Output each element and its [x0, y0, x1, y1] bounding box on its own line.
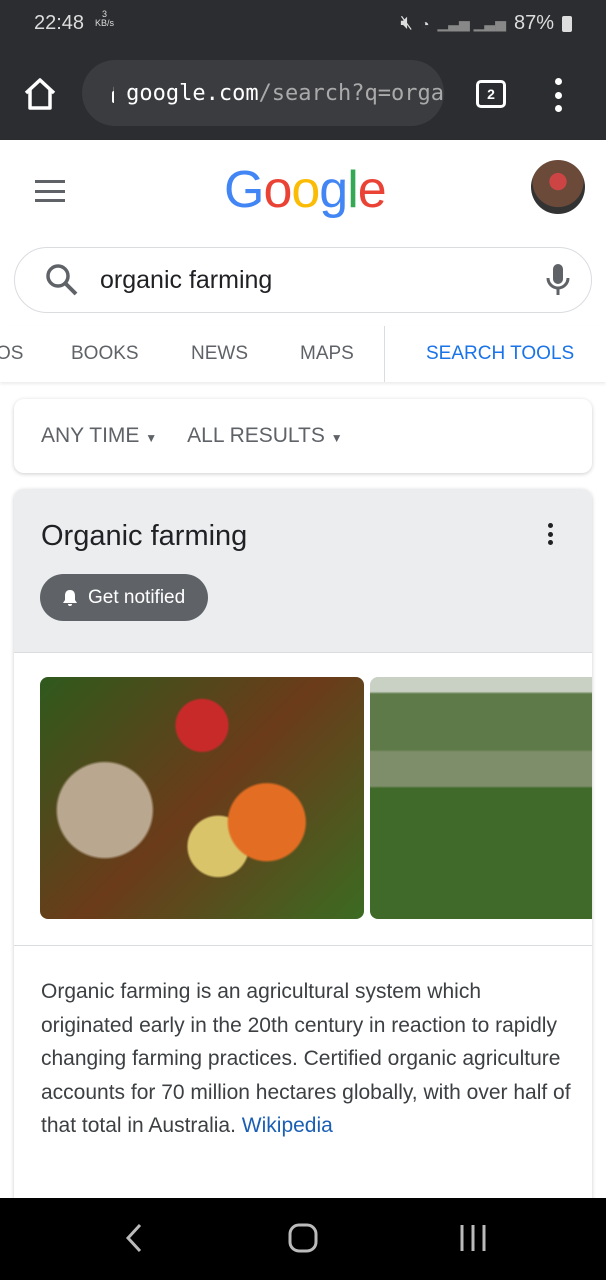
search-tools-button[interactable]: SEARCH TOOLS: [426, 343, 574, 365]
divider: [14, 945, 592, 946]
network-speed: 3 KB/s: [95, 9, 115, 28]
description: Organic farming is an agricultural syste…: [41, 980, 571, 1138]
search-input[interactable]: organic farming: [14, 247, 592, 313]
more-options-icon[interactable]: [548, 523, 554, 545]
tab-maps[interactable]: MAPS: [300, 343, 354, 365]
browser-menu-button[interactable]: [550, 78, 566, 112]
knowledge-panel: Organic farming Get notified Organic far…: [14, 489, 592, 1209]
vegetables-image[interactable]: [40, 677, 364, 919]
clock: 22:48: [34, 12, 85, 34]
google-logo[interactable]: Google: [224, 160, 387, 220]
battery-level: 87%: [513, 12, 554, 34]
microphone-icon[interactable]: [545, 262, 571, 298]
tab-news[interactable]: NEWS: [191, 343, 248, 365]
signal-icon: ▁▃▅ ▁▃▅: [437, 15, 506, 31]
search-query[interactable]: organic farming: [100, 266, 272, 295]
panel-title: Organic farming: [41, 520, 248, 552]
avatar[interactable]: [531, 160, 585, 214]
logo-letter: g: [319, 161, 348, 219]
time-filter-dropdown[interactable]: ANY TIME ▼: [41, 424, 157, 448]
recent-apps-icon[interactable]: [458, 1222, 488, 1254]
search-icon[interactable]: [45, 263, 79, 297]
tab-videos[interactable]: OS: [0, 343, 23, 365]
back-icon[interactable]: [122, 1222, 146, 1254]
home-button-icon[interactable]: [287, 1222, 319, 1254]
wifi-icon: ◔: [421, 15, 430, 32]
lock-icon: [112, 86, 115, 103]
caret-down-icon: ▼: [145, 431, 158, 445]
hamburger-menu-icon[interactable]: [35, 180, 65, 202]
panel-header: Organic farming Get notified: [14, 489, 592, 653]
browser-toolbar: google.com/search?q=orga 2: [0, 48, 606, 140]
farm-field-image[interactable]: [370, 677, 592, 919]
logo-letter: l: [347, 161, 359, 219]
logo-letter: e: [357, 161, 387, 219]
status-bar: 22:48 3 KB/s 🔇︎ ◔ ▁▃▅ ▁▃▅ 87%: [0, 0, 606, 48]
get-notified-button[interactable]: Get notified: [40, 574, 209, 621]
address-bar[interactable]: google.com/search?q=orga: [82, 60, 444, 126]
home-icon[interactable]: [22, 76, 58, 112]
results-filter-dropdown[interactable]: ALL RESULTS ▼: [187, 424, 342, 448]
mute-icon: 🔇︎: [400, 12, 413, 34]
bell-icon: [63, 589, 77, 606]
tab-switcher-button[interactable]: 2: [476, 80, 506, 108]
tab-books[interactable]: BOOKS: [71, 343, 139, 365]
android-nav-bar: [0, 1198, 606, 1280]
filter-bar: ANY TIME ▼ ALL RESULTS ▼: [14, 399, 592, 473]
wikipedia-link[interactable]: Wikipedia: [242, 1114, 333, 1137]
battery-icon: [562, 15, 572, 32]
logo-letter: G: [224, 161, 264, 219]
logo-letter: o: [263, 161, 292, 219]
search-nav: OS BOOKS NEWS MAPS SEARCH TOOLS: [0, 326, 606, 382]
logo-letter: o: [291, 161, 320, 219]
caret-down-icon: ▼: [330, 431, 343, 445]
divider: [384, 326, 385, 382]
